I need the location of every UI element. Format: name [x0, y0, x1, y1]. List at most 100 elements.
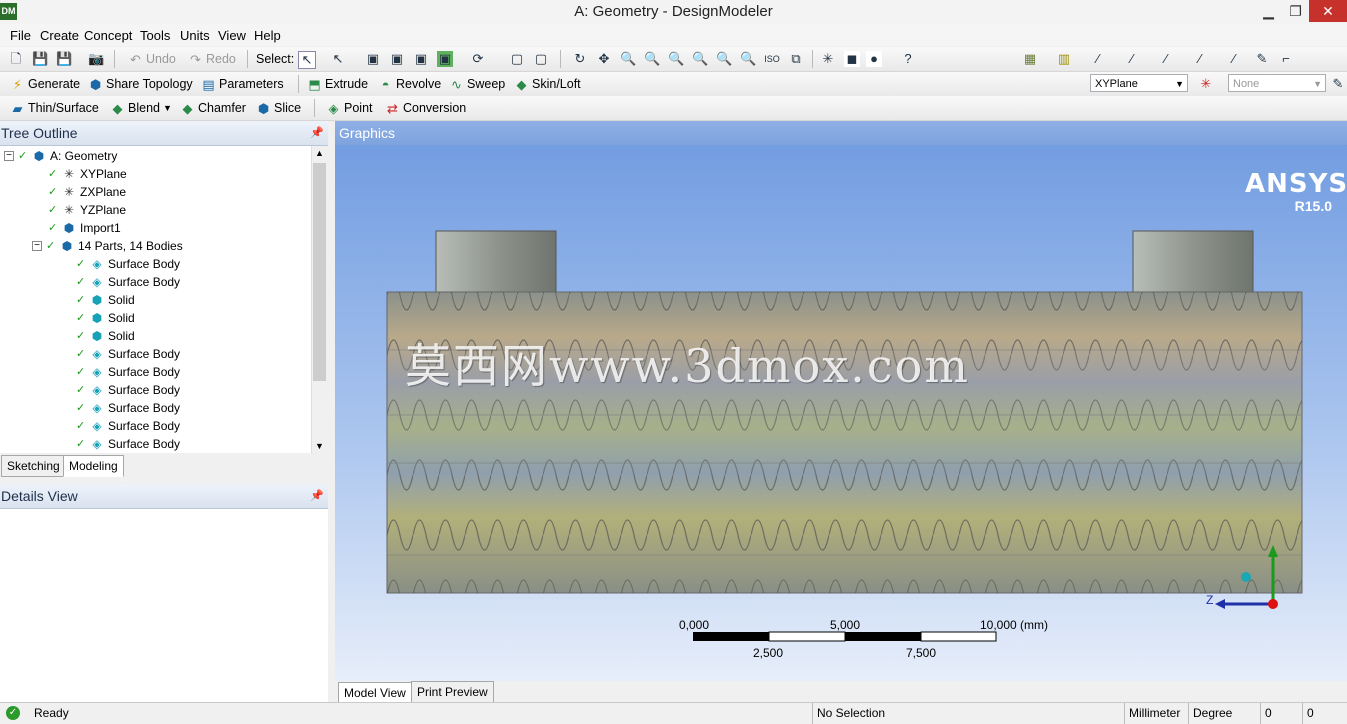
screenshot-icon[interactable]: 📷 — [88, 51, 104, 67]
new-sketch-icon[interactable]: ✎ — [1330, 76, 1346, 92]
thin-surface-button[interactable]: ▰ Thin/Surface — [10, 99, 99, 117]
menu-tools[interactable]: Tools — [140, 28, 170, 43]
menu-units[interactable]: Units — [180, 28, 210, 43]
tree-item-body[interactable]: ✓ ◈ Surface Body — [76, 273, 180, 291]
expand-select-icon[interactable]: ▢ — [533, 51, 549, 67]
model-render[interactable] — [335, 145, 1347, 681]
parameters-button[interactable]: ▤ Parameters — [201, 75, 283, 93]
zoom-icon[interactable]: 🔍 — [620, 51, 636, 67]
graphics-options-icon[interactable]: ▦ — [1022, 51, 1038, 67]
tree-item-import1[interactable]: ✓ ⬢ Import1 — [48, 219, 121, 237]
tree-item-body[interactable]: ✓ ⬢ Solid — [76, 327, 135, 345]
spline-options-icon[interactable]: ∕ — [1192, 51, 1208, 67]
tree-item-body[interactable]: ✓ ◈ Surface Body — [76, 399, 180, 417]
chamfer-button[interactable]: ◆ Chamfer — [180, 99, 246, 117]
select-points-icon[interactable]: ▣ — [365, 51, 381, 67]
curve-options-icon[interactable]: ∕ — [1158, 51, 1174, 67]
dimension-options-icon[interactable]: ∕ — [1226, 51, 1242, 67]
zoom-fit-icon[interactable]: 🔍 — [692, 51, 708, 67]
new-plane-icon[interactable]: ✳ — [1198, 76, 1214, 92]
tree-item-yzplane[interactable]: ✓ ✳ YZPlane — [48, 201, 126, 219]
tree-item-parts[interactable]: − ✓ ⬢ 14 Parts, 14 Bodies — [32, 237, 183, 255]
surface-body-icon: ◈ — [92, 383, 102, 397]
tab-model-view[interactable]: Model View — [338, 682, 412, 704]
tree-item-body[interactable]: ✓ ◈ Surface Body — [76, 345, 180, 363]
tab-modeling[interactable]: Modeling — [63, 455, 124, 477]
new-icon[interactable]: 🗋 — [8, 51, 24, 67]
details-view-header: Details View 📌 — [0, 484, 328, 509]
tree-item-body[interactable]: ✓ ◈ Surface Body — [76, 255, 180, 273]
save-icon[interactable]: 💾 — [32, 51, 48, 67]
collapse-icon[interactable]: − — [32, 241, 42, 251]
select-filter-icon[interactable]: ↖ — [330, 51, 346, 67]
select-bodies-icon[interactable]: ▣ — [437, 51, 453, 67]
select-edges-icon[interactable]: ▣ — [389, 51, 405, 67]
tree-item-body[interactable]: ✓ ◈ Surface Body — [76, 363, 180, 381]
help-icon[interactable]: ? — [900, 51, 916, 67]
select-mode-icon[interactable]: ↖ — [298, 51, 316, 69]
magnifier-icon[interactable]: 🔍 — [740, 51, 756, 67]
plane-dropdown[interactable]: XYPlane ▼ — [1090, 74, 1188, 92]
menu-create[interactable]: Create — [40, 28, 79, 43]
display-model-icon[interactable]: ◼ — [844, 51, 860, 67]
undo-button[interactable]: ↶ Undo — [128, 50, 176, 68]
edge-options-icon[interactable]: ∕ — [1090, 51, 1106, 67]
tree-item-body[interactable]: ✓ ⬢ Solid — [76, 291, 135, 309]
tree-item-xyplane[interactable]: ✓ ✳ XYPlane — [48, 165, 127, 183]
conversion-button[interactable]: ⇄ Conversion — [385, 99, 466, 117]
pan-icon[interactable]: ✥ — [596, 51, 612, 67]
tree-item-zxplane[interactable]: ✓ ✳ ZXPlane — [48, 183, 126, 201]
box-select-icon[interactable]: ▢ — [509, 51, 525, 67]
scale-label-0: 0,000 — [679, 618, 710, 632]
zoom-in-icon[interactable]: 🔍 — [644, 51, 660, 67]
view-options-icon[interactable]: ⧉ — [788, 51, 804, 67]
share-topology-button[interactable]: ⬢ Share Topology — [88, 75, 193, 93]
point-button[interactable]: ◈ Point — [326, 99, 373, 117]
pin-icon[interactable]: ✎ — [1254, 51, 1270, 67]
tree-item-geometry[interactable]: − ✓ ⬢ A: Geometry — [4, 147, 117, 165]
tree-item-body[interactable]: ✓ ◈ Surface Body — [76, 417, 180, 435]
line-options-icon[interactable]: ∕ — [1124, 51, 1140, 67]
tree-scroll-thumb[interactable] — [313, 163, 326, 381]
share-topology-icon: ⬢ — [89, 76, 102, 92]
restore-button[interactable]: ❐ — [1279, 0, 1312, 22]
menu-concept[interactable]: Concept — [84, 28, 132, 43]
sweep-button[interactable]: ∿ Sweep — [449, 75, 505, 93]
scroll-down-icon[interactable]: ▼ — [315, 441, 324, 451]
menu-view[interactable]: View — [218, 28, 246, 43]
scroll-up-icon[interactable]: ▲ — [315, 148, 324, 158]
pin-icon[interactable]: 📌 — [310, 121, 324, 145]
tab-sketching[interactable]: Sketching — [1, 455, 66, 477]
tree-item-body[interactable]: ✓ ⬢ Solid — [76, 309, 135, 327]
tree-item-body[interactable]: ✓ ◈ Surface Body — [76, 435, 180, 453]
tree-item-body[interactable]: ✓ ◈ Surface Body — [76, 381, 180, 399]
redo-button[interactable]: ↷ Redo — [188, 50, 236, 68]
revolve-button[interactable]: ◓ Revolve — [378, 75, 442, 93]
slice-button[interactable]: ⬢ Slice — [256, 99, 301, 117]
menu-file[interactable]: File — [10, 28, 31, 43]
rotate-icon[interactable]: ↻ — [572, 51, 588, 67]
generate-button[interactable]: ⚡ Generate — [10, 75, 80, 93]
pin-icon[interactable]: 📌 — [310, 484, 324, 508]
select-faces-icon[interactable]: ▣ — [413, 51, 429, 67]
zoom-box-icon[interactable]: 🔍 — [668, 51, 684, 67]
menu-help[interactable]: Help — [254, 28, 281, 43]
sketch-dropdown[interactable]: None ▼ — [1228, 74, 1326, 92]
zoom-to-fit-icon[interactable]: 🔍 — [716, 51, 732, 67]
color-options-icon[interactable]: ▥ — [1056, 51, 1072, 67]
display-point-icon[interactable]: ● — [866, 51, 882, 67]
tab-print-preview[interactable]: Print Preview — [411, 681, 494, 703]
blend-button[interactable]: ◆ Blend ▼ — [110, 99, 172, 117]
revolve-icon: ◓ — [381, 76, 390, 92]
triad-icon[interactable]: ✳ — [820, 51, 836, 67]
close-button[interactable]: ✕ — [1309, 0, 1347, 22]
save-as-icon[interactable]: 💾 — [56, 51, 72, 67]
normal-icon[interactable]: ⌐ — [1278, 51, 1294, 67]
extend-selection-icon[interactable]: ⟳ — [470, 51, 486, 67]
check-icon: ✓ — [48, 204, 58, 216]
extrude-button[interactable]: ⬒ Extrude — [307, 75, 368, 93]
collapse-icon[interactable]: − — [4, 151, 14, 161]
skin-loft-button[interactable]: ◆ Skin/Loft — [514, 75, 581, 93]
iso-view-icon[interactable]: ISO — [764, 51, 780, 67]
triad-iso-ball[interactable] — [1241, 572, 1251, 582]
